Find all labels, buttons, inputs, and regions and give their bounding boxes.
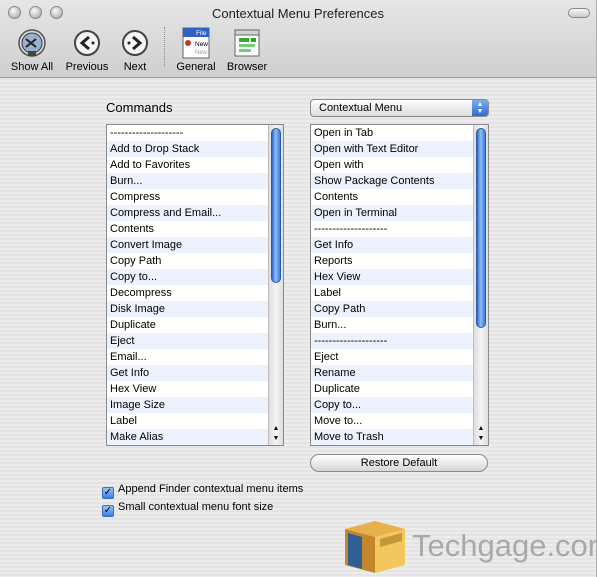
general-tab-button[interactable]: File New New General bbox=[174, 27, 218, 73]
context-menu-list-item[interactable]: Burn... bbox=[311, 317, 473, 333]
command-list-item[interactable]: Email... bbox=[107, 349, 268, 365]
command-list-item[interactable]: Burn... bbox=[107, 173, 268, 189]
context-menu-scroll-up-arrow[interactable]: ▲ bbox=[474, 424, 488, 434]
context-menu-list-item[interactable]: Eject bbox=[311, 349, 473, 365]
small-font-checkbox[interactable]: ✓ bbox=[102, 505, 114, 517]
context-menu-scroll-thumb[interactable] bbox=[476, 128, 486, 328]
select-arrows-icon: ▲ ▼ bbox=[472, 100, 488, 116]
command-list-item[interactable]: Label bbox=[107, 413, 268, 429]
commands-heading: Commands bbox=[106, 100, 173, 115]
context-menu-list-item[interactable]: Hex View bbox=[311, 269, 473, 285]
next-button[interactable]: Next bbox=[116, 27, 154, 73]
context-menu-list-item[interactable]: Contents bbox=[311, 189, 473, 205]
context-menu-list-item[interactable]: Copy to... bbox=[311, 397, 473, 413]
preferences-window: Contextual Menu Preferences Show All Pre… bbox=[0, 0, 597, 577]
next-arrow-icon bbox=[122, 30, 148, 56]
command-list-item[interactable]: -------------------- bbox=[107, 125, 268, 141]
general-label: General bbox=[176, 61, 216, 73]
small-font-option[interactable]: ✓ Small contextual menu font size bbox=[102, 501, 273, 517]
context-menu-rows: Open in Tab Open with Text Editor Open wit… bbox=[311, 125, 473, 445]
browser-prefs-icon bbox=[234, 29, 260, 57]
context-menu-list-item[interactable]: Show Package Contents bbox=[311, 173, 473, 189]
append-finder-checkbox[interactable]: ✓ bbox=[102, 487, 114, 499]
restore-default-button[interactable]: Restore Default bbox=[310, 454, 488, 472]
command-list-item[interactable]: Add to Drop Stack bbox=[107, 141, 268, 157]
commands-scroll-down-arrow[interactable]: ▼ bbox=[269, 434, 283, 444]
command-list-item[interactable]: Disk Image bbox=[107, 301, 268, 317]
browser-tab-button[interactable]: Browser bbox=[224, 27, 270, 73]
general-icon-new-disabled-text: New bbox=[195, 50, 208, 56]
techgage-logo bbox=[345, 521, 405, 573]
commands-scroll-up-arrow[interactable]: ▲ bbox=[269, 424, 283, 434]
context-menu-list-item[interactable]: Open with Text Editor bbox=[311, 141, 473, 157]
context-menu-list-item[interactable]: Open with bbox=[311, 157, 473, 173]
context-menu-list-item[interactable]: -------------------- bbox=[311, 221, 473, 237]
context-menu-list-item[interactable]: Move to Trash bbox=[311, 429, 473, 445]
context-menu-list-item[interactable]: Copy Path bbox=[311, 301, 473, 317]
context-menu-list-item[interactable]: Move to... bbox=[311, 413, 473, 429]
general-icon-new-text: New bbox=[195, 41, 208, 48]
command-list-item[interactable]: Make Alias bbox=[107, 429, 268, 445]
commands-scroll-thumb[interactable] bbox=[271, 128, 281, 283]
command-list-item[interactable]: Add to Favorites bbox=[107, 157, 268, 173]
context-menu-list-item[interactable]: Reports bbox=[311, 253, 473, 269]
command-list-item[interactable]: Convert Image bbox=[107, 237, 268, 253]
general-icon-file-text: File bbox=[196, 30, 207, 37]
context-menu-list-item[interactable]: Open in Tab bbox=[311, 125, 473, 141]
context-menu-list-item[interactable]: Get Info bbox=[311, 237, 473, 253]
show-all-icon bbox=[18, 29, 46, 57]
next-label: Next bbox=[123, 61, 147, 73]
toolbar-toggle-button[interactable] bbox=[568, 8, 590, 18]
window-title: Contextual Menu Preferences bbox=[212, 6, 384, 21]
menu-type-selected-value: Contextual Menu bbox=[319, 102, 403, 114]
command-list-item[interactable]: Duplicate bbox=[107, 317, 268, 333]
context-menu-list-item[interactable]: Open in Terminal bbox=[311, 205, 473, 221]
browser-label: Browser bbox=[226, 61, 268, 73]
context-menu-scrollbar[interactable]: ▲ ▼ bbox=[473, 125, 488, 445]
previous-label: Previous bbox=[65, 61, 109, 73]
context-menu-list-item[interactable]: -------------------- bbox=[311, 333, 473, 349]
toolbar-separator bbox=[164, 27, 165, 67]
context-menu-list-item[interactable]: Duplicate bbox=[311, 381, 473, 397]
command-list-item[interactable]: Eject bbox=[107, 333, 268, 349]
command-list-item[interactable]: Contents bbox=[107, 221, 268, 237]
command-list-item[interactable]: Copy to... bbox=[107, 269, 268, 285]
watermark-text: Techgage.com bbox=[412, 528, 597, 563]
show-all-button[interactable]: Show All bbox=[8, 27, 56, 73]
show-all-label: Show All bbox=[10, 61, 54, 73]
command-list-item[interactable]: Compress bbox=[107, 189, 268, 205]
general-prefs-icon: File New New bbox=[182, 27, 210, 59]
command-list-item[interactable]: Copy Path bbox=[107, 253, 268, 269]
small-font-label: Small contextual menu font size bbox=[118, 501, 274, 513]
context-menu-list-item[interactable]: Label bbox=[311, 285, 473, 301]
command-list-item[interactable]: Get Info bbox=[107, 365, 268, 381]
previous-button[interactable]: Previous bbox=[63, 27, 111, 73]
context-menu-list-item[interactable]: Rename bbox=[311, 365, 473, 381]
command-list-item[interactable]: Hex View bbox=[107, 381, 268, 397]
menu-type-select[interactable]: Contextual Menu ▲ ▼ bbox=[310, 99, 489, 117]
toolbar: Contextual Menu Preferences Show All Pre… bbox=[0, 0, 596, 78]
context-menu-scroll-down-arrow[interactable]: ▼ bbox=[474, 434, 488, 444]
append-finder-label: Append Finder contextual menu items bbox=[118, 483, 304, 495]
previous-arrow-icon bbox=[74, 30, 100, 56]
commands-list[interactable]: -------------------- Add to Drop Stack Add… bbox=[106, 124, 284, 446]
commands-rows: -------------------- Add to Drop Stack Add… bbox=[107, 125, 268, 445]
command-list-item[interactable]: Image Size bbox=[107, 397, 268, 413]
append-finder-option[interactable]: ✓ Append Finder contextual menu items bbox=[102, 483, 303, 499]
commands-scrollbar[interactable]: ▲ ▼ bbox=[268, 125, 283, 445]
command-list-item[interactable]: Decompress bbox=[107, 285, 268, 301]
command-list-item[interactable]: Compress and Email... bbox=[107, 205, 268, 221]
context-menu-list[interactable]: Open in Tab Open with Text Editor Open wit… bbox=[310, 124, 489, 446]
